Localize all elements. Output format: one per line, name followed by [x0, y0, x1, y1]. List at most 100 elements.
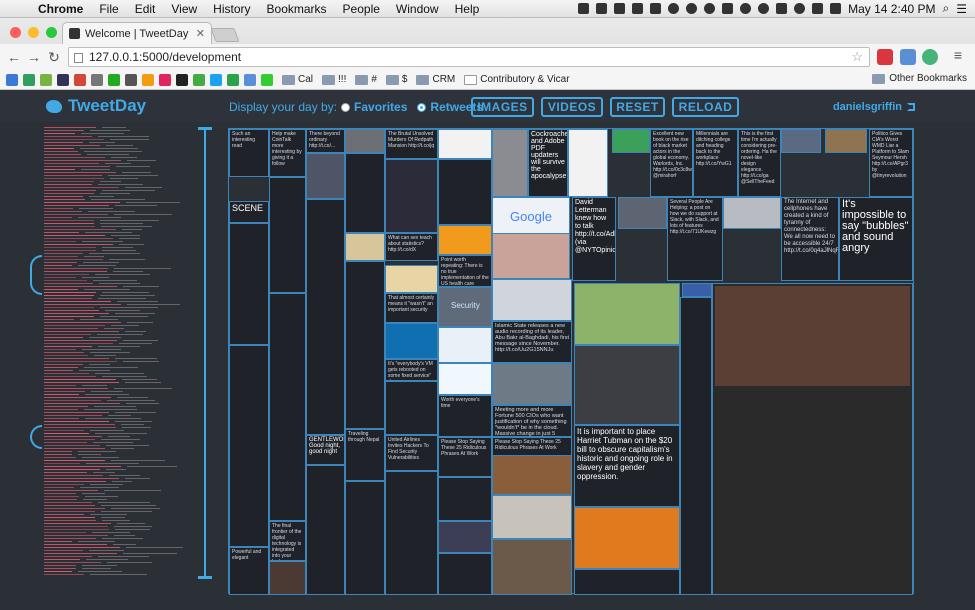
address-bar[interactable]: 127.0.0.1:5000/development ☆	[68, 47, 870, 67]
bookmark-x-icon[interactable]	[227, 73, 239, 86]
tweet-image-tile[interactable]	[574, 345, 680, 425]
tweet-tile[interactable]: The Internet and cellphones have created…	[781, 197, 839, 281]
bookmark-leaf-icon[interactable]	[261, 73, 273, 86]
tweet-image-tile[interactable]	[492, 495, 572, 539]
favorites-radio[interactable]	[341, 102, 351, 112]
menu-view[interactable]: View	[163, 2, 205, 16]
bookmark-facebook-icon[interactable]	[210, 73, 222, 86]
tweet-tile[interactable]: This is the first time I'm actually cons…	[738, 129, 781, 197]
tweet-image-tile[interactable]	[712, 283, 913, 595]
app-logo[interactable]: TweetDay	[46, 96, 146, 116]
tweet-tile[interactable]	[306, 465, 345, 595]
tweet-image-tile[interactable]	[269, 561, 306, 595]
bookmark-page-icon[interactable]	[91, 73, 103, 86]
bookmark-folder-exclaim[interactable]: !!!	[322, 74, 346, 85]
tweet-tile[interactable]: Point worth repeating: There is no true …	[438, 255, 492, 287]
timeline-scrollbar[interactable]	[198, 127, 212, 579]
tweet-image-tile[interactable]	[574, 507, 680, 569]
bookmark-contributory[interactable]: Contributory & Vicar	[464, 74, 570, 85]
extension-green-icon[interactable]	[922, 49, 938, 65]
tweet-tile[interactable]: Such an interesting read	[229, 129, 269, 177]
tweet-tile[interactable]	[385, 381, 438, 435]
tweet-image-tile[interactable]	[825, 129, 867, 153]
tweet-tile[interactable]	[438, 553, 492, 595]
bell-icon[interactable]	[740, 3, 752, 14]
tweet-image-tile[interactable]	[345, 129, 385, 153]
tweet-image-tile[interactable]	[438, 521, 492, 553]
circle-icon[interactable]	[668, 3, 680, 14]
tweet-tile[interactable]	[345, 261, 385, 429]
bookmark-evernote-icon[interactable]	[40, 73, 52, 86]
retweets-radio[interactable]	[417, 102, 427, 112]
tweet-tile[interactable]: Traveling through Nepal	[345, 429, 385, 481]
bookmark-pocket-icon[interactable]	[159, 73, 171, 86]
tweet-tile[interactable]: United Airlines Invites Hackers To Find …	[385, 435, 438, 471]
tweet-tile[interactable]	[229, 345, 269, 547]
tweet-image-tile[interactable]	[438, 129, 492, 159]
tweet-image-tile[interactable]	[568, 129, 608, 197]
tweet-tile[interactable]	[345, 481, 385, 595]
tweet-image-tile[interactable]: Security	[438, 287, 492, 327]
tweet-tile[interactable]: It's "everybody's VM gets rebooted on so…	[385, 359, 438, 381]
menu-people[interactable]: People	[335, 2, 388, 16]
tweet-tile[interactable]: The final frontier of the digital techno…	[269, 521, 306, 561]
tweet-image-tile[interactable]	[438, 225, 492, 255]
tweet-image-tile[interactable]	[345, 233, 385, 261]
tweet-tile[interactable]: Politico Gives CIA's Worst WMD Liar a Pl…	[869, 129, 913, 197]
close-window-button[interactable]	[10, 27, 21, 38]
dropbox-icon[interactable]	[614, 3, 626, 14]
tweet-tile[interactable]: David Letterman knew how to talk http://…	[572, 197, 616, 281]
spotlight-search-icon[interactable]: ⌕	[943, 1, 950, 16]
tweet-tile[interactable]: There beyond ordinary http://t.co/...	[306, 129, 345, 153]
menu-app-chrome[interactable]: Chrome	[30, 2, 91, 16]
tweet-tile[interactable]: What can sex teach about statistics? htt…	[385, 233, 438, 261]
forward-icon[interactable]: →	[24, 49, 44, 65]
tweet-image-tile[interactable]	[492, 363, 572, 405]
tweet-tile[interactable]: Islamic State releases a new audio recor…	[492, 321, 572, 363]
volume-icon[interactable]	[812, 3, 824, 14]
tweet-image-tile[interactable]	[618, 197, 667, 229]
tweet-image-tile[interactable]	[492, 279, 572, 321]
browser-tab[interactable]: Welcome | TweetDay ✕	[62, 22, 212, 44]
tweet-tile[interactable]: Please Stop Saying These 25 Ridiculous P…	[438, 437, 492, 477]
bookmark-folder-cal[interactable]: Cal	[282, 74, 313, 85]
cloud-icon[interactable]	[686, 3, 698, 14]
person-icon[interactable]	[758, 3, 770, 14]
menu-edit[interactable]: Edit	[127, 2, 164, 16]
new-tab-button[interactable]	[210, 28, 240, 42]
tweet-tile[interactable]	[306, 199, 345, 435]
user-menu[interactable]: danielsgriffin	[833, 101, 915, 113]
bookmark-ycombinator-icon[interactable]	[142, 73, 154, 86]
tweet-image-tile[interactable]	[492, 539, 572, 595]
notification-center-icon[interactable]: ☰	[956, 2, 967, 16]
zoom-window-button[interactable]	[46, 27, 57, 38]
screen-icon[interactable]	[578, 3, 590, 14]
tweet-image-tile[interactable]	[612, 129, 650, 153]
menu-bookmarks[interactable]: Bookmarks	[259, 2, 335, 16]
tweet-image-tile[interactable]	[385, 323, 438, 359]
images-button[interactable]: IMAGES	[471, 97, 534, 117]
arrow-icon[interactable]	[632, 3, 644, 14]
tweet-tile[interactable]: GENTLEWOM Good night, good night	[306, 435, 345, 465]
tweet-tile[interactable]	[385, 471, 438, 595]
tweet-tile[interactable]: It's impossible to say "bubbles" and sou…	[839, 197, 913, 281]
tweet-tile[interactable]: Millennials are ditching college and hea…	[693, 129, 738, 197]
tweet-tile[interactable]: Help make CoinTalk more interesting by g…	[269, 129, 306, 177]
bookmark-drive-icon[interactable]	[23, 73, 35, 86]
tweet-image-tile[interactable]	[781, 129, 821, 153]
bookmark-folder-hash[interactable]: #	[355, 74, 377, 85]
tweet-image-tile[interactable]	[306, 153, 345, 199]
bookmark-mask-icon[interactable]	[125, 73, 137, 86]
minimize-window-button[interactable]	[28, 27, 39, 38]
tweet-tile[interactable]	[574, 569, 680, 595]
videos-button[interactable]: VIDEOS	[541, 97, 603, 117]
folder-icon[interactable]	[650, 3, 662, 14]
tweet-image-tile[interactable]	[574, 283, 680, 345]
tweet-image-tile[interactable]	[492, 233, 570, 279]
bookmark-icon[interactable]	[722, 3, 734, 14]
menu-window[interactable]: Window	[388, 2, 447, 16]
tweet-tile[interactable]	[269, 177, 306, 293]
bookmark-grid-icon[interactable]	[57, 73, 69, 86]
tweet-tile[interactable]: Worth everyone's time	[438, 395, 492, 437]
tweet-tile[interactable]	[438, 477, 492, 521]
